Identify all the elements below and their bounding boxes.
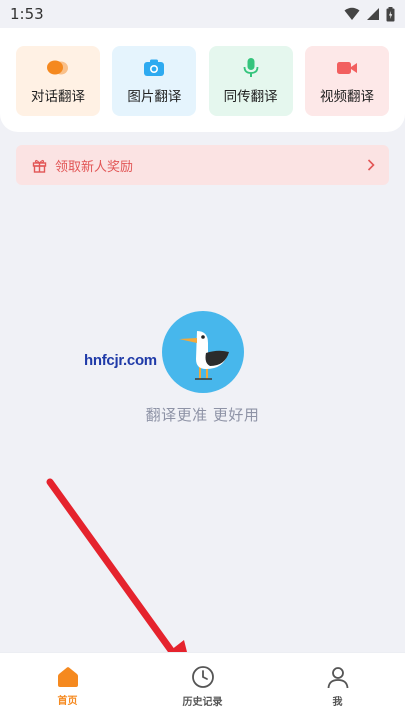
video-camera-icon	[334, 57, 360, 79]
nav-profile[interactable]: 我	[293, 665, 383, 708]
chevron-right-icon	[367, 159, 375, 171]
status-icons	[344, 6, 395, 22]
seagull-icon	[162, 311, 244, 393]
empty-state-text: 翻译更准 更好用	[145, 406, 260, 424]
tile-video-translate[interactable]: 视频翻译	[304, 46, 389, 116]
tile-label: 视频翻译	[319, 89, 374, 105]
tile-simultaneous-translate[interactable]: 同传翻译	[208, 46, 293, 116]
chat-bubbles-icon	[45, 57, 71, 79]
tile-label: 同传翻译	[223, 89, 278, 105]
tile-image-translate[interactable]: 图片翻译	[112, 46, 197, 116]
feature-card: 对话翻译 图片翻译 同传翻译 视频翻译	[0, 28, 405, 132]
status-time: 1:53	[10, 5, 44, 23]
nav-history-label: 历史记录	[182, 697, 223, 708]
microphone-icon	[238, 57, 264, 79]
clock-icon	[191, 666, 214, 688]
nav-home-label: 首页	[57, 696, 78, 707]
tile-label: 对话翻译	[31, 89, 85, 105]
watermark: hnfcjr.com	[84, 352, 157, 369]
nav-home[interactable]: 首页	[23, 666, 113, 707]
nav-history[interactable]: 历史记录	[158, 665, 248, 708]
new-user-reward-banner[interactable]: 领取新人奖励	[16, 145, 389, 185]
wifi-icon	[344, 7, 360, 20]
camera-icon	[141, 57, 167, 79]
home-icon	[57, 667, 78, 687]
tile-label: 图片翻译	[127, 89, 182, 105]
bottom-nav: 首页 历史记录 我	[0, 652, 405, 720]
gift-icon	[32, 159, 47, 173]
status-bar: 1:53	[0, 0, 405, 28]
tile-conversation-translate[interactable]: 对话翻译	[16, 46, 100, 116]
nav-profile-label: 我	[332, 697, 343, 708]
promo-label: 领取新人奖励	[55, 159, 134, 175]
person-icon	[327, 667, 348, 689]
signal-icon	[367, 8, 379, 20]
battery-icon	[386, 6, 395, 21]
